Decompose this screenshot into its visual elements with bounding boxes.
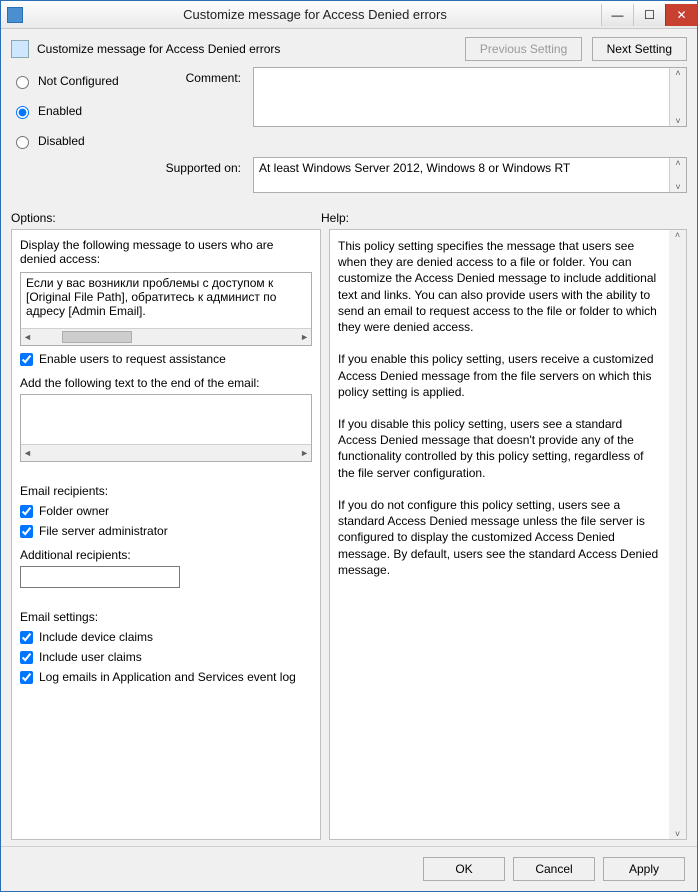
window-title: Customize message for Access Denied erro… [29,7,601,22]
enable-assistance-label: Enable users to request assistance [39,352,226,366]
display-message-hscroll[interactable]: ◄ ► [21,328,311,345]
additional-recipients-label: Additional recipients: [20,548,312,562]
include-user-checkbox[interactable]: Include user claims [20,650,312,664]
close-button[interactable]: ✕ [665,4,697,26]
scroll-left-icon[interactable]: ◄ [23,448,32,458]
maximize-button[interactable]: ☐ [633,4,665,26]
policy-title: Customize message for Access Denied erro… [37,42,280,56]
email-settings-label: Email settings: [20,610,312,624]
email-recipients-label: Email recipients: [20,484,312,498]
folder-owner-input[interactable] [20,505,33,518]
add-email-text-wrapper: ◄► [20,394,312,462]
help-scrollbar[interactable]: ˄˅ [669,230,686,839]
fs-admin-label: File server administrator [39,524,168,538]
include-user-label: Include user claims [39,650,142,664]
enable-assistance-input[interactable] [20,353,33,366]
radio-disabled[interactable]: Disabled [11,133,151,149]
previous-setting-button[interactable]: Previous Setting [465,37,582,61]
comment-label: Comment: [157,67,247,85]
fs-admin-input[interactable] [20,525,33,538]
folder-owner-label: Folder owner [39,504,109,518]
dialog-window: Customize message for Access Denied erro… [0,0,698,892]
apply-button[interactable]: Apply [603,857,685,881]
help-panel: This policy setting specifies the messag… [329,229,687,840]
radio-enabled-label: Enabled [38,104,82,118]
ok-button[interactable]: OK [423,857,505,881]
policy-icon [11,40,29,58]
cancel-button[interactable]: Cancel [513,857,595,881]
supported-scrollbar[interactable]: ˄˅ [669,158,686,192]
state-radio-group: Not Configured Enabled Disabled [11,67,151,149]
radio-not-configured[interactable]: Not Configured [11,73,151,89]
radio-disabled-label: Disabled [38,134,85,148]
app-icon [7,7,23,23]
minimize-button[interactable]: — [601,4,633,26]
radio-enabled-input[interactable] [16,106,29,119]
folder-owner-checkbox[interactable]: Folder owner [20,504,312,518]
scroll-left-icon[interactable]: ◄ [23,332,32,342]
include-device-input[interactable] [20,631,33,644]
additional-recipients-input[interactable] [20,566,180,588]
scroll-thumb[interactable] [62,331,132,343]
supported-on-box: At least Windows Server 2012, Windows 8 … [253,157,687,193]
include-device-checkbox[interactable]: Include device claims [20,630,312,644]
log-emails-label: Log emails in Application and Services e… [39,670,296,684]
add-email-text-textarea[interactable] [21,395,311,441]
radio-enabled[interactable]: Enabled [11,103,151,119]
supported-on-text: At least Windows Server 2012, Windows 8 … [259,161,570,175]
include-device-label: Include device claims [39,630,153,644]
fs-admin-checkbox[interactable]: File server administrator [20,524,312,538]
options-panel: Display the following message to users w… [11,229,321,840]
enable-assistance-checkbox[interactable]: Enable users to request assistance [20,352,312,366]
radio-disabled-input[interactable] [16,136,29,149]
add-email-text-label: Add the following text to the end of the… [20,376,312,390]
include-user-input[interactable] [20,651,33,664]
next-setting-button[interactable]: Next Setting [592,37,687,61]
help-paragraph: If you enable this policy setting, users… [338,351,660,400]
log-emails-input[interactable] [20,671,33,684]
dialog-footer: OK Cancel Apply [1,846,697,891]
scroll-right-icon[interactable]: ► [300,332,309,342]
display-message-wrapper: ◄ ► [20,272,312,346]
display-message-textarea[interactable] [21,273,311,325]
comment-scrollbar[interactable]: ˄˅ [669,68,686,126]
radio-not-configured-label: Not Configured [38,74,119,88]
options-section-label: Options: [11,211,321,225]
comment-textarea[interactable]: ˄˅ [253,67,687,127]
radio-not-configured-input[interactable] [16,76,29,89]
scroll-right-icon[interactable]: ► [300,448,309,458]
supported-label: Supported on: [157,157,247,175]
log-emails-checkbox[interactable]: Log emails in Application and Services e… [20,670,312,684]
help-section-label: Help: [321,211,349,225]
display-message-label: Display the following message to users w… [20,238,312,266]
help-paragraph: This policy setting specifies the messag… [338,238,660,335]
help-paragraph: If you do not configure this policy sett… [338,497,660,578]
add-email-hscroll[interactable]: ◄► [21,444,311,461]
help-paragraph: If you disable this policy setting, user… [338,416,660,481]
titlebar[interactable]: Customize message for Access Denied erro… [1,1,697,29]
